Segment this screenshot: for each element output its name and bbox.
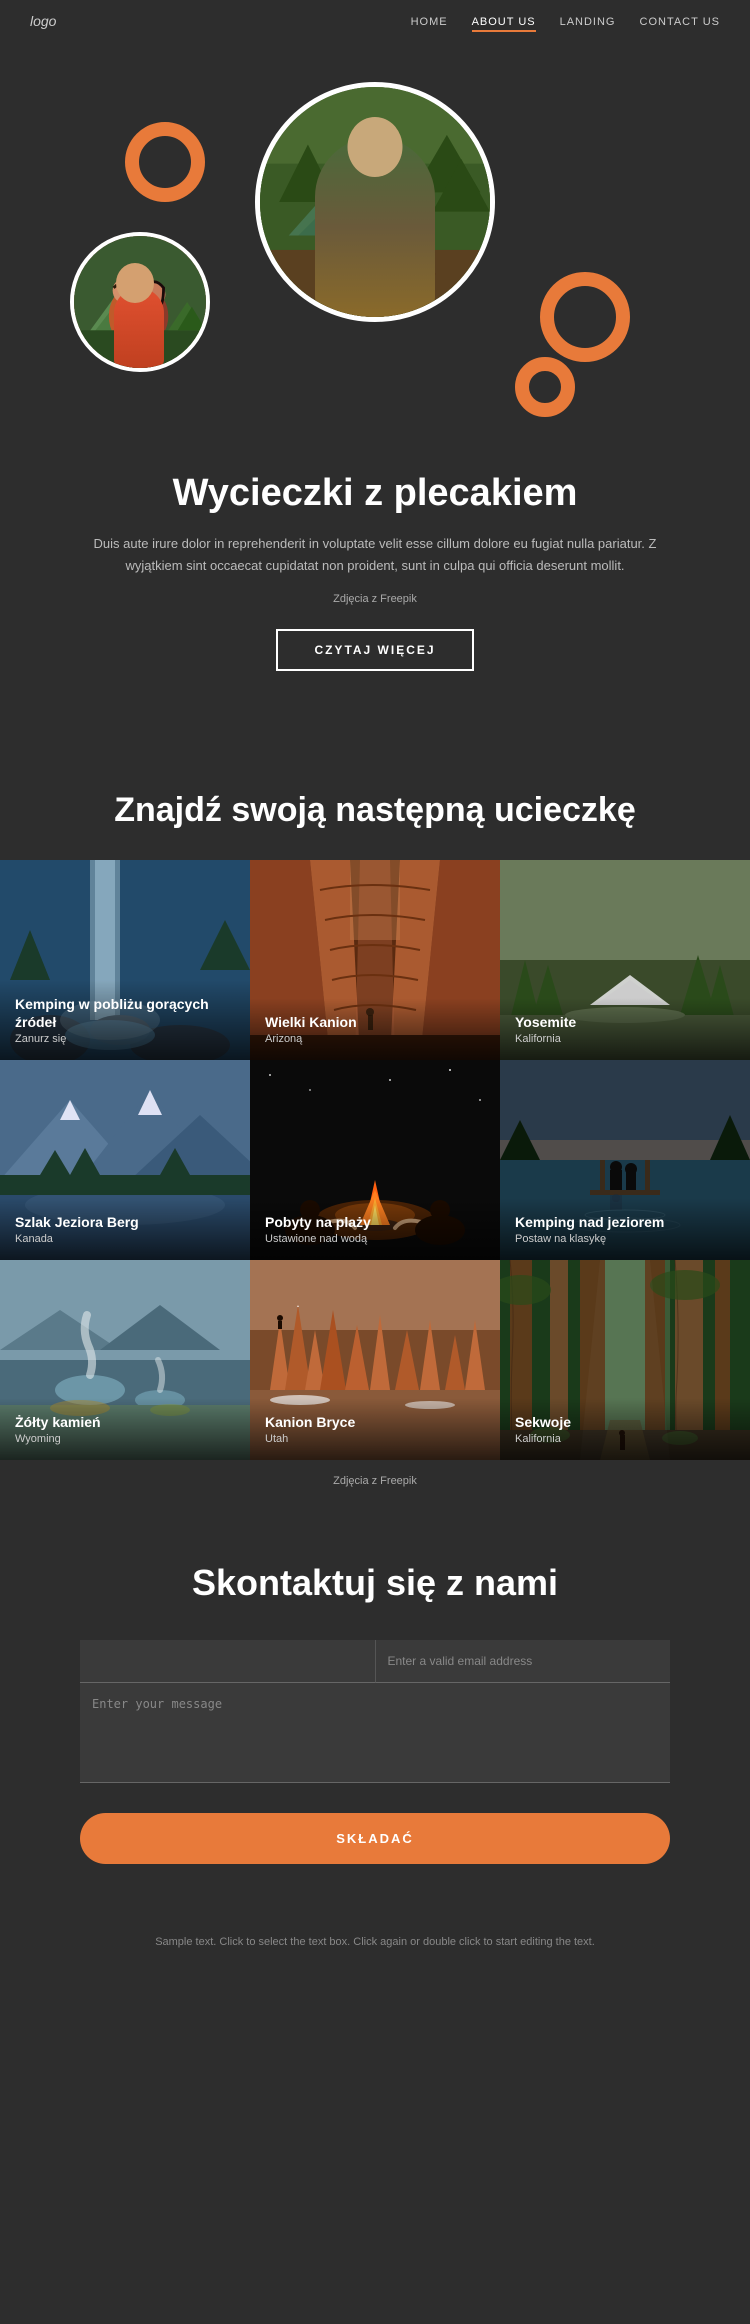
hero-section: Wycieczki z plecakiem Duis aute irure do… — [0, 42, 750, 731]
grid-sublabel-1: Arizoną — [265, 1033, 485, 1045]
submit-button[interactable]: SKŁADAĆ — [80, 1813, 670, 1864]
grid-overlay-2: Yosemite Kalifornia — [500, 998, 750, 1060]
hero-freepik-note: Zdjęcia z Freepik — [75, 593, 675, 605]
find-title: Znajdź swoją następną ucieczkę — [0, 791, 750, 860]
footer-text: Sample text. Click to select the text bo… — [60, 1934, 690, 1952]
nav-home[interactable]: HOME — [411, 16, 448, 28]
contact-title: Skontaktuj się z nami — [80, 1562, 670, 1604]
grid-item-0[interactable]: Kemping w pobliżu gorących źródeł Zanurz… — [0, 860, 250, 1060]
destinations-grid: Kemping w pobliżu gorących źródeł Zanurz… — [0, 860, 750, 1460]
read-more-button[interactable]: CZYTAJ WIĘCEJ — [276, 629, 473, 671]
grid-overlay-4: Pobyty na plaży Ustawione nad wodą — [250, 1198, 500, 1260]
grid-overlay-8: Sekwoje Kalifornia — [500, 1398, 750, 1460]
grid-item-1[interactable]: Wielki Kanion Arizoną — [250, 860, 500, 1060]
grid-sublabel-6: Wyoming — [15, 1433, 235, 1445]
logo: logo — [30, 13, 56, 29]
hero-small-image — [70, 232, 210, 372]
grid-label-3: Szlak Jeziora Berg — [15, 1213, 235, 1231]
name-input[interactable] — [80, 1640, 376, 1683]
hero-main-image — [255, 82, 495, 322]
email-input[interactable] — [376, 1640, 671, 1683]
footer-note: Sample text. Click to select the text bo… — [0, 1904, 750, 1982]
orange-ring-2 — [540, 272, 630, 362]
grid-sublabel-8: Kalifornia — [515, 1433, 735, 1445]
grid-label-2: Yosemite — [515, 1013, 735, 1031]
grid-overlay-7: Kanion Bryce Utah — [250, 1398, 500, 1460]
grid-item-3[interactable]: Szlak Jeziora Berg Kanada — [0, 1060, 250, 1260]
grid-item-7[interactable]: Kanion Bryce Utah — [250, 1260, 500, 1460]
nav-contact[interactable]: CONTACT US — [640, 16, 721, 28]
form-row-top — [80, 1640, 670, 1683]
grid-overlay-0: Kemping w pobliżu gorących źródeł Zanurz… — [0, 980, 250, 1060]
grid-sublabel-4: Ustawione nad wodą — [265, 1233, 485, 1245]
navbar: logo HOME ABOUT US LANDING CONTACT US — [0, 0, 750, 42]
hero-title: Wycieczki z plecakiem — [75, 472, 675, 515]
contact-section: Skontaktuj się z nami SKŁADAĆ — [0, 1502, 750, 1904]
grid-item-8[interactable]: Sekwoje Kalifornia — [500, 1260, 750, 1460]
orange-ring-1 — [125, 122, 205, 202]
grid-label-7: Kanion Bryce — [265, 1413, 485, 1431]
grid-label-6: Żółty kamień — [15, 1413, 235, 1431]
grid-label-0: Kemping w pobliżu gorących źródeł — [15, 995, 235, 1031]
grid-label-8: Sekwoje — [515, 1413, 735, 1431]
contact-form: SKŁADAĆ — [80, 1640, 670, 1864]
grid-overlay-6: Żółty kamień Wyoming — [0, 1398, 250, 1460]
find-section: Znajdź swoją następną ucieczkę — [0, 731, 750, 1502]
nav-about[interactable]: ABOUT US — [472, 16, 536, 32]
grid-item-6[interactable]: Żółty kamień Wyoming — [0, 1260, 250, 1460]
grid-label-1: Wielki Kanion — [265, 1013, 485, 1031]
hero-text: Wycieczki z plecakiem Duis aute irure do… — [75, 472, 675, 671]
grid-sublabel-5: Postaw na klasykę — [515, 1233, 735, 1245]
grid-overlay-5: Kemping nad jeziorem Postaw na klasykę — [500, 1198, 750, 1260]
nav-landing[interactable]: LANDING — [560, 16, 616, 28]
orange-ring-3 — [515, 357, 575, 417]
grid-sublabel-0: Zanurz się — [15, 1033, 235, 1045]
grid-sublabel-7: Utah — [265, 1433, 485, 1445]
hero-description: Duis aute irure dolor in reprehenderit i… — [75, 533, 675, 577]
grid-item-5[interactable]: Kemping nad jeziorem Postaw na klasykę — [500, 1060, 750, 1260]
grid-item-4[interactable]: Pobyty na plaży Ustawione nad wodą — [250, 1060, 500, 1260]
grid-sublabel-3: Kanada — [15, 1233, 235, 1245]
nav-links: HOME ABOUT US LANDING CONTACT US — [411, 12, 720, 30]
grid-overlay-1: Wielki Kanion Arizoną — [250, 998, 500, 1060]
hero-images — [30, 72, 720, 432]
grid-sublabel-2: Kalifornia — [515, 1033, 735, 1045]
grid-freepik-note: Zdjęcia z Freepik — [0, 1460, 750, 1502]
grid-item-2[interactable]: Yosemite Kalifornia — [500, 860, 750, 1060]
grid-label-4: Pobyty na plaży — [265, 1213, 485, 1231]
grid-overlay-3: Szlak Jeziora Berg Kanada — [0, 1198, 250, 1260]
message-textarea[interactable] — [80, 1683, 670, 1783]
grid-label-5: Kemping nad jeziorem — [515, 1213, 735, 1231]
